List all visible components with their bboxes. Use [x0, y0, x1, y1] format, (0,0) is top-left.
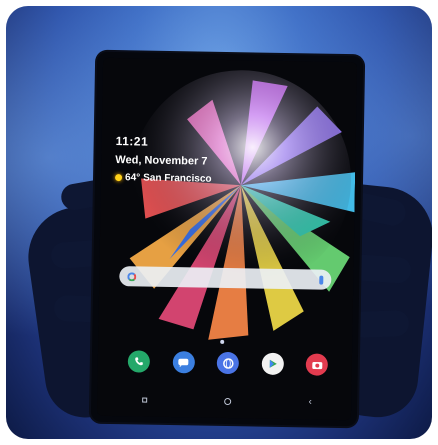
- google-icon: [127, 271, 137, 281]
- internet-icon[interactable]: [216, 351, 240, 375]
- right-finger: [350, 309, 410, 339]
- app-dock: [127, 350, 329, 376]
- lockscreen-time: 11:21: [115, 134, 149, 149]
- camera-icon[interactable]: [305, 353, 329, 376]
- lockscreen-date: Wed, November 7: [115, 154, 208, 168]
- home-button[interactable]: [220, 394, 234, 408]
- foldable-phone: 11:21 Wed, November 7 64° San Francisco: [90, 51, 364, 427]
- sun-icon: [114, 174, 123, 182]
- search-bar[interactable]: [119, 266, 332, 290]
- back-button[interactable]: ‹: [303, 395, 317, 409]
- microphone-icon[interactable]: [319, 275, 324, 285]
- phone-icon[interactable]: [127, 350, 151, 373]
- recents-button[interactable]: [137, 392, 151, 406]
- recents-icon: [141, 397, 147, 403]
- weather-widget[interactable]: 64° San Francisco: [114, 172, 212, 185]
- weather-temperature: 64°: [124, 172, 141, 184]
- weather-location: San Francisco: [143, 172, 212, 185]
- play-store-icon[interactable]: [261, 352, 284, 376]
- phone-screen: 11:21 Wed, November 7 64° San Francisco: [96, 57, 358, 421]
- photo-frame: 11:21 Wed, November 7 64° San Francisco: [6, 6, 432, 439]
- messages-icon[interactable]: [172, 351, 195, 374]
- search-placeholder: [136, 276, 319, 279]
- page-indicator: [220, 339, 225, 344]
- home-icon: [223, 397, 231, 405]
- back-icon: ‹: [308, 396, 312, 408]
